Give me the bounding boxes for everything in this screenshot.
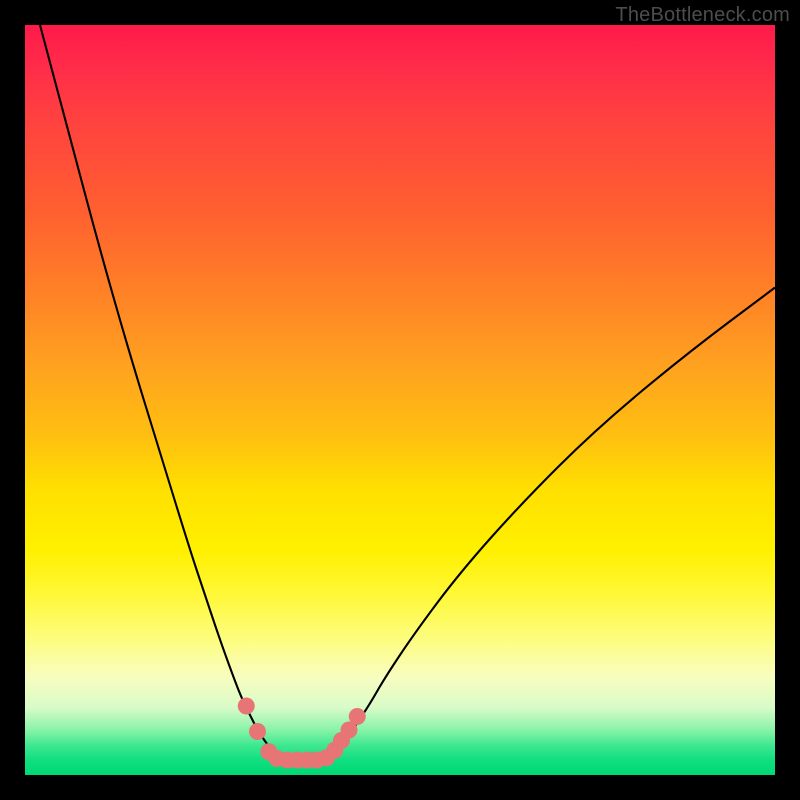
marker-group	[238, 698, 366, 769]
marker-dot	[238, 698, 255, 715]
chart-frame: TheBottleneck.com	[0, 0, 800, 800]
watermark-text: TheBottleneck.com	[615, 4, 790, 27]
marker-dot	[349, 708, 366, 725]
curve-layer	[25, 25, 775, 775]
plot-area	[25, 25, 775, 775]
marker-dot	[249, 723, 266, 740]
left-curve	[40, 25, 288, 759]
right-curve	[325, 288, 775, 759]
